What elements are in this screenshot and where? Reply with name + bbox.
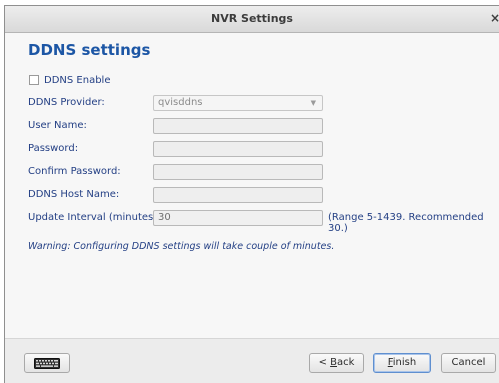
update-interval-range-note: (Range 5-1439. Recommended 30.)	[328, 212, 484, 234]
window-title: NVR Settings	[211, 12, 293, 25]
ddns-settings-panel: DDNS settings DDNS Enable DDNS Provider:…	[5, 33, 499, 338]
ddns-provider-select[interactable]: qvisddns ▼	[153, 95, 323, 111]
ddns-host-name-label: DDNS Host Name:	[28, 189, 120, 200]
screen: NVR Settings × DDNS settings DDNS Enable…	[0, 0, 499, 383]
back-button[interactable]: < Back	[309, 353, 364, 373]
button-bar: < Back Finish Cancel	[5, 338, 499, 383]
update-interval-label: Update Interval (minutes)	[28, 212, 158, 223]
ddns-enable-row[interactable]: DDNS Enable	[29, 74, 110, 86]
close-icon[interactable]: ×	[490, 11, 499, 25]
ddns-host-name-field[interactable]	[153, 187, 323, 203]
update-interval-field[interactable]: 30	[153, 210, 323, 226]
ddns-provider-value: qvisddns	[158, 97, 203, 108]
keyboard-icon	[34, 357, 60, 369]
confirm-password-label: Confirm Password:	[28, 166, 121, 177]
finish-button-rest: inish	[392, 357, 417, 368]
page-title: DDNS settings	[28, 41, 151, 59]
password-label: Password:	[28, 143, 79, 154]
nvr-settings-window: NVR Settings × DDNS settings DDNS Enable…	[4, 5, 499, 383]
finish-button[interactable]: Finish	[373, 353, 431, 373]
cancel-button[interactable]: Cancel	[441, 353, 496, 373]
keyboard-button[interactable]	[24, 353, 70, 373]
back-button-mnemonic: B	[330, 357, 337, 368]
ddns-provider-label: DDNS Provider:	[28, 97, 105, 108]
user-name-label: User Name:	[28, 120, 87, 131]
ddns-enable-label: DDNS Enable	[44, 74, 111, 86]
chevron-down-icon: ▼	[310, 99, 316, 107]
confirm-password-field[interactable]	[153, 164, 323, 180]
back-button-prefix: <	[318, 357, 331, 368]
back-button-rest: ack	[337, 357, 355, 368]
password-field[interactable]	[153, 141, 323, 157]
ddns-warning-text: Warning: Configuring DDNS settings will …	[28, 241, 335, 252]
ddns-enable-checkbox[interactable]	[29, 75, 39, 85]
user-name-field[interactable]	[153, 118, 323, 134]
title-bar[interactable]: NVR Settings ×	[5, 6, 499, 33]
